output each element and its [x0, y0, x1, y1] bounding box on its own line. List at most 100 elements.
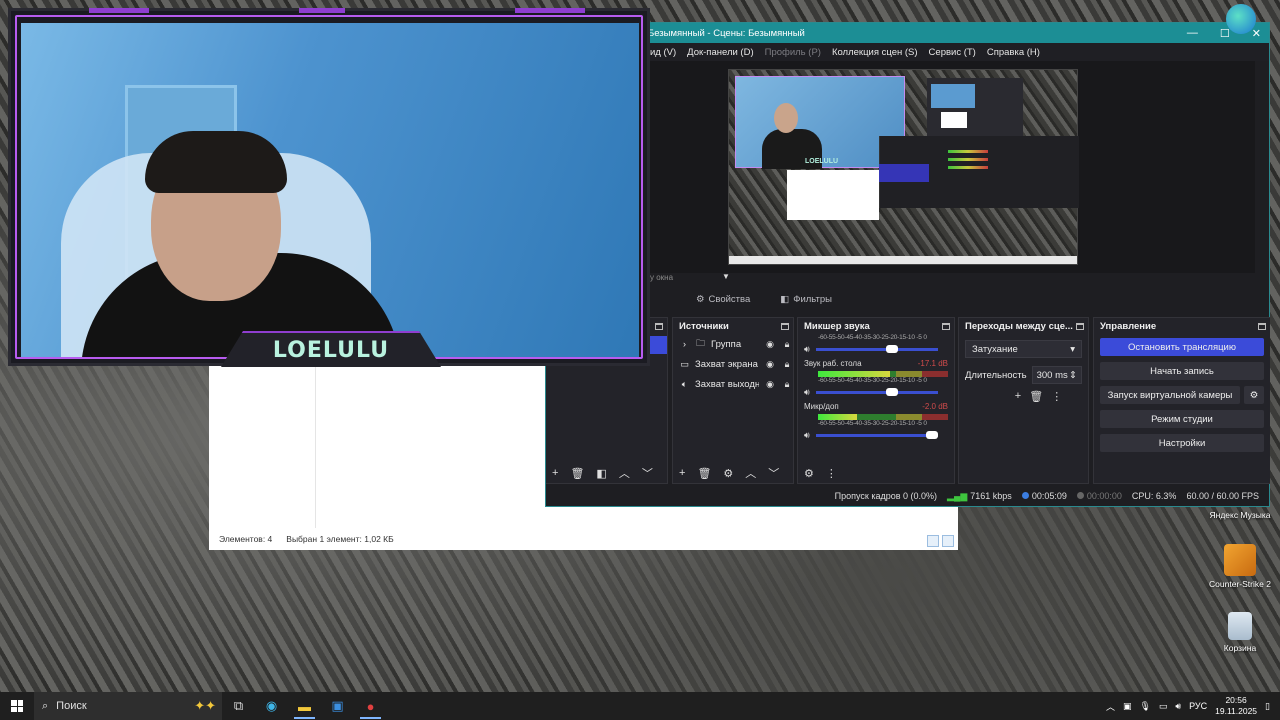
chevron-down-icon[interactable]: ▼ [722, 272, 730, 281]
meter-fill [818, 414, 857, 420]
undock-icon[interactable] [655, 322, 663, 330]
lock-icon[interactable]: 🔒︎ [781, 379, 793, 390]
file-explorer-icon[interactable]: ▬ [288, 692, 321, 720]
start-recording-button[interactable]: Начать запись [1100, 362, 1264, 380]
move-down-icon[interactable]: ﹀ [642, 465, 653, 481]
menu-profile[interactable]: Профиль (P) [765, 47, 821, 58]
copilot-sparkle-icon[interactable]: ✦✦ [194, 698, 216, 714]
visibility-eye-icon[interactable]: ◉ [764, 379, 776, 390]
menu-help[interactable]: Справка (H) [987, 47, 1040, 58]
desktop-icon-label: Яндекс Музыка [1209, 510, 1271, 520]
source-item-screen-capture[interactable]: ▭ Захват экрана ◉ 🔒︎ [673, 354, 793, 374]
preview-taskbar [729, 256, 1077, 264]
properties-button[interactable]: ⚙ Свойства [696, 294, 750, 305]
lock-icon[interactable]: 🔒︎ [781, 359, 793, 370]
source-item-group[interactable]: › 🗀 Группа ◉ 🔒︎ [673, 334, 793, 354]
volume-slider[interactable] [815, 388, 938, 396]
filters-button[interactable]: ◧ Фильтры [780, 294, 832, 305]
stop-streaming-button[interactable]: Остановить трансляцию [1100, 338, 1264, 356]
source-dropdown-bar[interactable]: у окна ▼ [648, 272, 1255, 285]
expand-arrow-icon[interactable]: › [679, 339, 690, 349]
obs-studio-icon[interactable]: ● [354, 692, 387, 720]
transition-select[interactable]: Затухание ▾ [965, 340, 1082, 358]
maximize-icon[interactable]: ☐ [1220, 27, 1230, 40]
undock-icon[interactable] [1258, 322, 1266, 330]
move-up-icon[interactable]: ︿ [619, 465, 630, 481]
visibility-eye-icon[interactable]: ◉ [764, 339, 776, 350]
speaker-icon[interactable]: 🔊︎ [804, 387, 810, 398]
tray-app-icon[interactable]: ▣ [1123, 701, 1132, 712]
speaker-icon[interactable]: 🔊︎ [804, 430, 810, 441]
meter-scale: -60-55-50-45-40-35-30-25-20-15-10 -5 0 [818, 334, 927, 341]
gear-icon[interactable]: ⚙ [1244, 386, 1264, 404]
move-down-icon[interactable]: ﹀ [768, 465, 779, 481]
explorer-pane-divider[interactable] [315, 355, 316, 528]
source-settings-icon[interactable]: ⚙ [723, 467, 733, 480]
move-up-icon[interactable]: ︿ [745, 465, 756, 481]
search-icon: ⌕ [42, 699, 49, 712]
undock-icon[interactable] [781, 322, 789, 330]
volume-knob[interactable] [885, 345, 898, 353]
obs-menu-bar: ид (V) Док-панели (D) Профиль (P) Коллек… [546, 43, 1269, 61]
taskbar-search[interactable]: ⌕ Поиск ✦✦ [34, 692, 222, 720]
start-button[interactable] [0, 692, 34, 720]
store-icon[interactable]: ▣ [321, 692, 354, 720]
transition-buttons: + 🗑 ⋮ [959, 390, 1088, 403]
obs-title-bar[interactable]: Безымянный - Сцены: Безымянный [546, 23, 1269, 43]
volume-knob[interactable] [925, 431, 938, 439]
preview-meter [948, 158, 988, 161]
tiles-view-icon[interactable] [942, 535, 954, 547]
close-icon[interactable]: ✕ [1252, 27, 1261, 40]
show-hidden-icons-icon[interactable]: ︿ [1106, 700, 1115, 713]
clock[interactable]: 20:56 19.11.2025 [1215, 695, 1257, 717]
visibility-eye-icon[interactable]: ◉ [764, 359, 776, 370]
obs-window[interactable]: Безымянный - Сцены: Безымянный — ☐ ✕ ид … [545, 22, 1270, 507]
task-view-icon[interactable]: ⧉ [222, 692, 255, 720]
menu-tools[interactable]: Сервис (T) [929, 47, 976, 58]
desktop-icon-counter-strike[interactable]: Counter-Strike 2 [1208, 544, 1272, 589]
desktop-icon-yandex-music[interactable]: Яндекс Музыка [1208, 510, 1272, 520]
microphone-icon[interactable]: 🎙︎ [1139, 701, 1150, 712]
advanced-audio-icon[interactable]: ⚙ [804, 467, 814, 480]
webcam-overlay-window[interactable]: LOELULU [8, 8, 650, 367]
lock-icon[interactable]: 🔒︎ [781, 339, 793, 350]
remove-source-icon[interactable]: 🗑 [697, 467, 711, 480]
source-label: Группа [711, 338, 742, 350]
undock-icon[interactable] [942, 322, 950, 330]
scene-filters-icon[interactable]: ◧ [596, 467, 606, 480]
remove-scene-icon[interactable]: 🗑 [570, 467, 584, 480]
spin-arrows-icon[interactable]: ⇕ [1069, 370, 1077, 381]
edge-browser-icon[interactable]: ◉ [255, 692, 288, 720]
program-preview[interactable]: LOELULU [728, 69, 1079, 265]
minimize-icon[interactable]: — [1187, 27, 1198, 39]
more-options-icon[interactable]: ⋮ [826, 467, 837, 480]
monitor-icon: ▭ [680, 358, 689, 369]
add-transition-icon[interactable]: + [1015, 390, 1021, 403]
start-virtual-camera-button[interactable]: Запуск виртуальной камеры [1100, 386, 1240, 404]
settings-button[interactable]: Настройки [1100, 434, 1264, 452]
menu-docks[interactable]: Док-панели (D) [687, 47, 753, 58]
speaker-icon[interactable]: 🔊︎ [804, 344, 810, 355]
source-item-audio-output[interactable]: 🔈︎ Захват выходн ◉ 🔒︎ [673, 374, 793, 394]
studio-mode-button[interactable]: Режим студии [1100, 410, 1264, 428]
add-scene-icon[interactable]: + [552, 467, 558, 479]
sources-title: Источники [679, 320, 729, 332]
language-indicator[interactable]: РУС [1189, 701, 1207, 711]
edge-desktop-icon[interactable] [1226, 4, 1256, 34]
volume-slider[interactable] [815, 431, 938, 439]
menu-view[interactable]: ид (V) [650, 47, 676, 58]
more-options-icon[interactable]: ⋮ [1051, 390, 1062, 403]
desktop-icon-recycle-bin[interactable]: Корзина [1208, 612, 1272, 653]
undock-icon[interactable] [1076, 322, 1084, 330]
menu-scene-collection[interactable]: Коллекция сцен (S) [832, 47, 918, 58]
volume-knob[interactable] [885, 388, 898, 396]
volume-row: 🔊︎ [804, 430, 948, 441]
add-source-icon[interactable]: + [679, 467, 685, 479]
details-view-icon[interactable] [927, 535, 939, 547]
notification-icon[interactable]: ▯ [1265, 701, 1270, 712]
remove-transition-icon[interactable]: 🗑 [1029, 390, 1043, 403]
duration-spinbox[interactable]: 300 ms ⇕ [1031, 366, 1082, 384]
volume-slider[interactable] [815, 345, 938, 353]
network-icon[interactable]: ▭ [1159, 701, 1168, 712]
volume-icon[interactable]: 🔊︎ [1175, 701, 1181, 712]
